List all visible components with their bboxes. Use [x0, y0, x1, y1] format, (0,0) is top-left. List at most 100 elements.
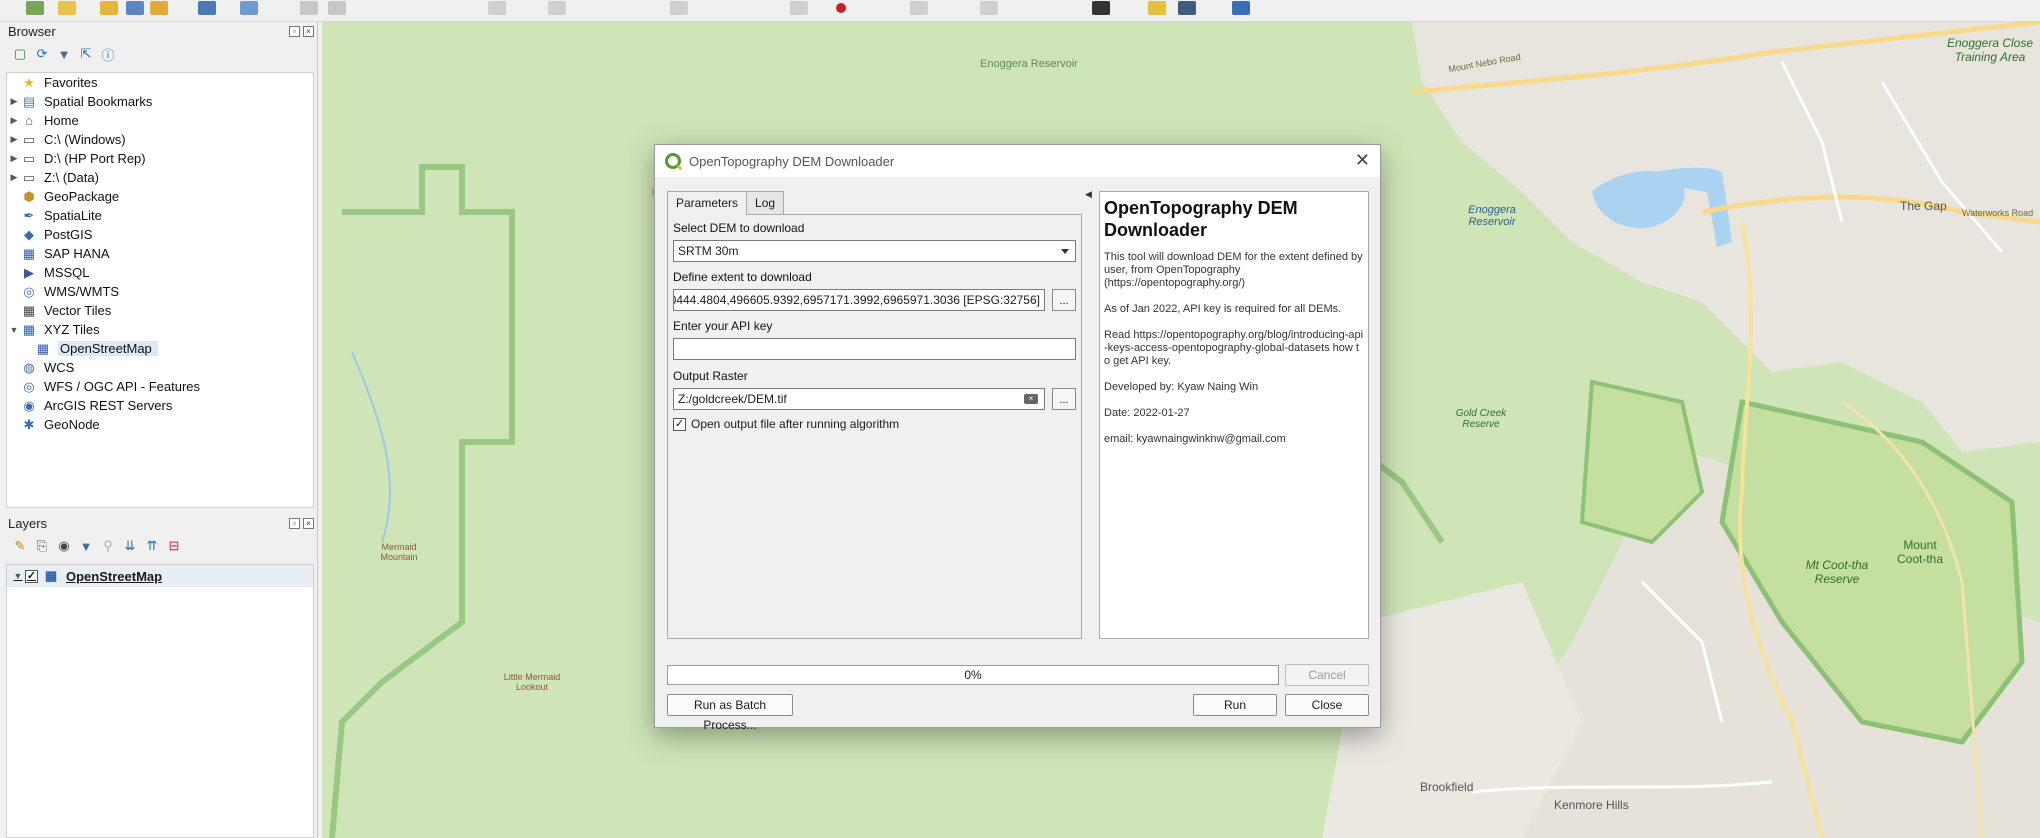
refresh-icon[interactable]: ⟳: [34, 46, 50, 62]
browser-item[interactable]: ▦ Vector Tiles: [7, 301, 313, 320]
toolbar-icon[interactable]: [980, 1, 998, 15]
close-panel-icon[interactable]: ×: [303, 518, 314, 529]
toolbar-icon[interactable]: [328, 1, 346, 15]
close-panel-icon[interactable]: ×: [303, 26, 314, 37]
browser-item[interactable]: ◆ PostGIS: [7, 225, 313, 244]
browser-item[interactable]: ✱ GeoNode: [7, 415, 313, 434]
extent-options-button[interactable]: ...: [1052, 289, 1076, 311]
browser-item[interactable]: ▶ MSSQL: [7, 263, 313, 282]
toolbar-icon[interactable]: [548, 1, 566, 15]
browser-item[interactable]: ▼ ▦ XYZ Tiles: [7, 320, 313, 339]
open-output-row[interactable]: ✓ Open output file after running algorit…: [673, 417, 899, 431]
toolbar-icon[interactable]: [126, 1, 144, 15]
browser-title-text: Browser: [8, 24, 56, 39]
browser-item-label: PostGIS: [44, 227, 93, 242]
float-panel-icon[interactable]: ▫: [289, 518, 300, 529]
collapse-arrow-icon[interactable]: ▼: [11, 571, 25, 581]
filter-legend-icon[interactable]: ▼: [78, 538, 94, 554]
layer-visibility-checkbox[interactable]: ✓: [25, 569, 38, 583]
toolbar-icon[interactable]: [26, 1, 44, 15]
layers-tree: ▼ ✓ ▦ OpenStreetMap: [6, 564, 314, 838]
browser-item[interactable]: ▶ ▤ Spatial Bookmarks: [7, 92, 313, 111]
browser-item[interactable]: ★ Favorites: [7, 73, 313, 92]
toolbar-icon[interactable]: [910, 1, 928, 15]
extent-field[interactable]: 480444.4804,496605.9392,6957171.3992,696…: [673, 289, 1045, 311]
toolbar-icon[interactable]: [1178, 1, 1196, 15]
browser-item-label: SpatiaLite: [44, 208, 102, 223]
tab-log[interactable]: Log: [746, 191, 785, 214]
toolbar-icon[interactable]: [670, 1, 688, 15]
expand-arrow-icon[interactable]: ▶: [7, 134, 21, 145]
tab-parameters[interactable]: Parameters: [667, 191, 748, 215]
drive-icon: ▭: [22, 131, 36, 147]
layer-row[interactable]: ▼ ✓ ▦ OpenStreetMap: [7, 565, 313, 587]
browser-item[interactable]: ▦ OpenStreetMap: [7, 339, 313, 358]
float-panel-icon[interactable]: ▫: [289, 26, 300, 37]
mssql-icon: ▶: [24, 264, 34, 280]
toolbar-icon[interactable]: [240, 1, 258, 15]
help-paragraph: Developed by: Kyaw Naing Win: [1104, 381, 1259, 393]
expand-all-icon[interactable]: ⇊: [122, 538, 138, 554]
collapse-all-icon[interactable]: ⇈: [144, 538, 160, 554]
expand-arrow-icon[interactable]: ▶: [7, 172, 21, 183]
browser-item-label: SAP HANA: [44, 246, 110, 261]
browser-item[interactable]: ▶ ▭ C:\ (Windows): [7, 130, 313, 149]
add-group-icon[interactable]: ⎘: [34, 538, 50, 554]
browser-item[interactable]: ◎ WMS/WMTS: [7, 282, 313, 301]
toolbar-icon[interactable]: [488, 1, 506, 15]
layer-name: OpenStreetMap: [66, 568, 163, 584]
geopackage-icon: ⬢: [23, 188, 35, 204]
cancel-button[interactable]: Cancel: [1285, 664, 1369, 686]
toolbar-icon[interactable]: [100, 1, 118, 15]
add-selected-layers-icon[interactable]: ▢: [12, 46, 28, 62]
browser-item[interactable]: ▶ ▭ D:\ (HP Port Rep): [7, 149, 313, 168]
open-output-checkbox[interactable]: ✓: [673, 417, 686, 431]
clear-icon[interactable]: ×: [1024, 394, 1038, 404]
browser-item[interactable]: ▦ SAP HANA: [7, 244, 313, 263]
browser-item[interactable]: ▶ ▭ Z:\ (Data): [7, 168, 313, 187]
toolbar-icon[interactable]: [300, 1, 318, 15]
browser-item[interactable]: ⬢ GeoPackage: [7, 187, 313, 206]
output-raster-value: Z:/goldcreek/DEM.tif: [678, 392, 787, 406]
visibility-eye-icon[interactable]: ◉: [56, 538, 72, 554]
expand-arrow-icon[interactable]: ▶: [7, 96, 21, 107]
toolbar-icon[interactable]: [58, 1, 76, 15]
expand-arrow-icon[interactable]: ▶: [7, 153, 21, 164]
browser-item[interactable]: ◍ WCS: [7, 358, 313, 377]
drive-icon: ▭: [22, 150, 36, 166]
collapse-help-icon[interactable]: ◀: [1085, 189, 1092, 200]
toolbar-icon[interactable]: [1148, 1, 1166, 15]
filter-icon[interactable]: ▼: [56, 46, 72, 62]
main-toolbar: [0, 0, 2040, 22]
toolbar-icon[interactable]: [150, 1, 168, 15]
toolbar-icon[interactable]: [198, 1, 216, 15]
collapse-all-icon[interactable]: ⇱: [78, 46, 94, 62]
run-button[interactable]: Run: [1193, 694, 1277, 716]
style-brush-icon[interactable]: ✎: [12, 538, 28, 554]
dialog-titlebar[interactable]: OpenTopography DEM Downloader ✕: [655, 145, 1380, 177]
expanded-arrow-icon[interactable]: ▼: [7, 325, 21, 335]
browser-item[interactable]: ◎ WFS / OGC API - Features: [7, 377, 313, 396]
batch-process-button[interactable]: Run as Batch Process...: [667, 694, 793, 732]
toolbar-icon[interactable]: [790, 1, 808, 15]
browser-item[interactable]: ▶ ⌂ Home: [7, 111, 313, 130]
binoculars-icon[interactable]: [1092, 1, 1110, 15]
expand-arrow-icon[interactable]: ▶: [7, 115, 21, 126]
filter-expression-icon[interactable]: ⚲: [100, 538, 116, 554]
browser-item-label: Favorites: [44, 75, 98, 90]
browser-item-label: Z:\ (Data): [44, 170, 99, 185]
browser-item[interactable]: ◉ ArcGIS REST Servers: [7, 396, 313, 415]
api-key-input[interactable]: [673, 338, 1076, 360]
browser-item[interactable]: ✒ SpatiaLite: [7, 206, 313, 225]
close-icon[interactable]: ✕: [1355, 151, 1370, 169]
remove-layer-icon[interactable]: ⊟: [166, 538, 182, 554]
output-browse-button[interactable]: ...: [1052, 388, 1076, 410]
close-button[interactable]: Close: [1285, 694, 1369, 716]
browser-item-label: WFS / OGC API - Features: [44, 379, 201, 394]
browser-item-label: OpenStreetMap: [58, 341, 158, 356]
output-raster-field[interactable]: Z:/goldcreek/DEM.tif ×: [673, 388, 1045, 410]
dem-select[interactable]: SRTM 30m: [673, 240, 1076, 262]
toolbar-icon[interactable]: [1232, 1, 1250, 15]
record-icon[interactable]: [836, 3, 846, 13]
info-icon[interactable]: ⓘ: [100, 46, 116, 63]
